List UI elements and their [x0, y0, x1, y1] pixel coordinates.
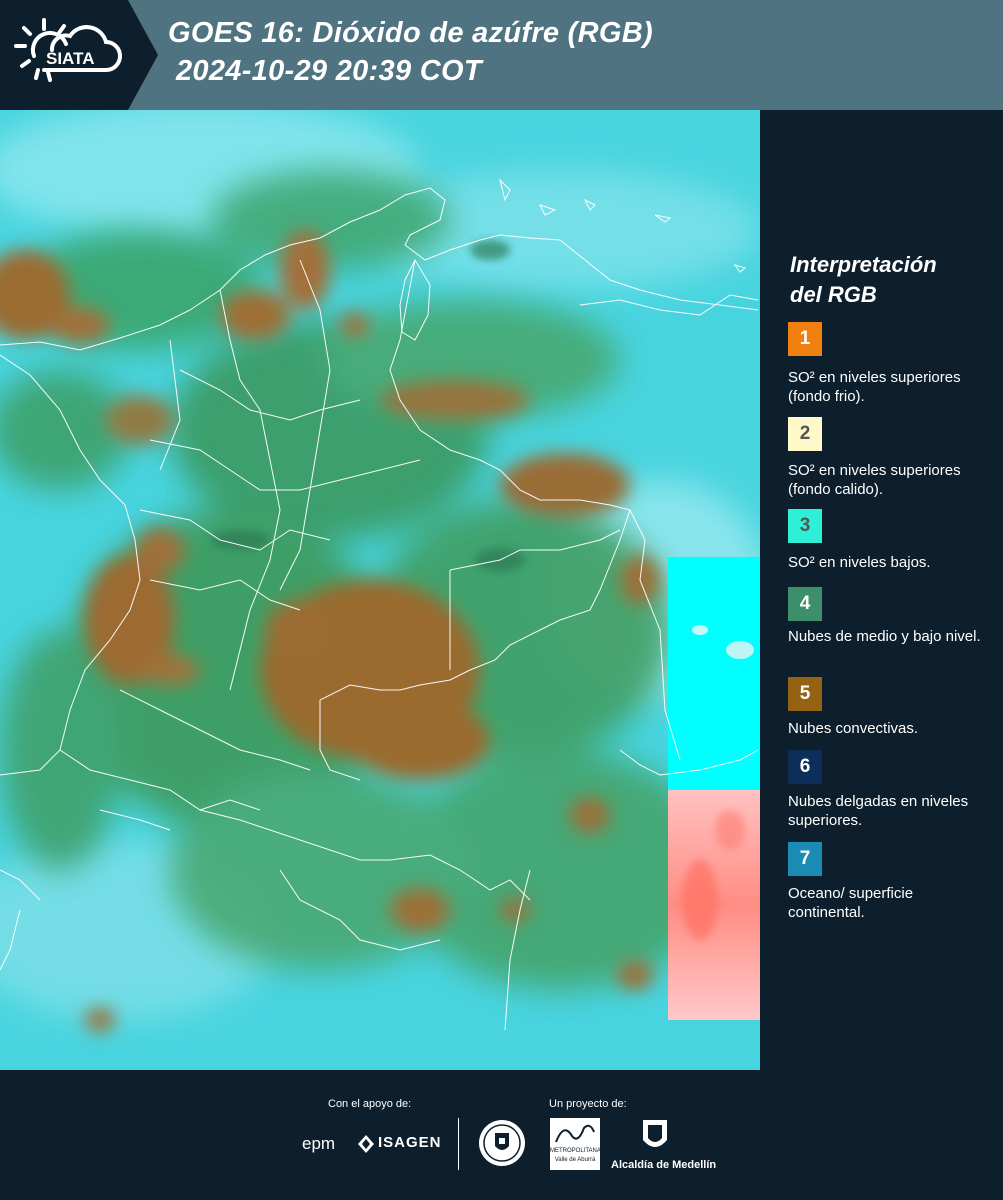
satellite-map[interactable]: [0, 110, 760, 1070]
project-label: Un proyecto de:: [549, 1098, 627, 1110]
legend-swatch-4: 4: [788, 587, 822, 621]
area-text-1: METROPOLITANA: [550, 1148, 601, 1154]
epm-logo[interactable]: epm: [302, 1134, 335, 1154]
logo-text: SIATA: [46, 49, 94, 68]
legend-title-line2: del RGB: [790, 282, 877, 307]
legend-label-7: Oceano/ superficie continental.: [788, 885, 914, 921]
legend-panel: Interpretación del RGB 1 SO² en niveles …: [760, 110, 1003, 1070]
siata-sun-cloud-icon: SIATA: [14, 18, 122, 82]
legend-swatch-2: 2: [788, 417, 822, 451]
legend-label-5: Nubes convectivas.: [788, 720, 919, 737]
legend-label-3: SO² en niveles bajos.: [788, 554, 931, 571]
legend-swatch-7: 7: [788, 842, 822, 876]
page-title: GOES 16: Dióxido de azúfre (RGB): [168, 17, 653, 49]
page-datetime: 2024-10-29 20:39 COT: [176, 55, 482, 87]
header: SIATA GOES 16: Dióxido de azúfre (RGB) 2…: [0, 0, 1003, 110]
footer-divider: [458, 1118, 459, 1170]
siata-logo[interactable]: SIATA: [0, 0, 128, 110]
isagen-mark-icon: [358, 1135, 374, 1153]
area-metropolitana-logo[interactable]: METROPOLITANA Valle de Aburrá: [550, 1118, 601, 1170]
satellite-image: [0, 110, 760, 1070]
legend-label-4: Nubes de medio y bajo nivel.: [788, 628, 981, 645]
alcaldia-shield-icon[interactable]: [640, 1118, 670, 1156]
legend-swatch-3: 3: [788, 509, 822, 543]
legend-title-line1: Interpretación: [790, 252, 937, 277]
area-text-2: Valle de Aburrá: [554, 1157, 596, 1163]
legend-label-2: SO² en niveles superiores (fondo calido)…: [788, 462, 961, 498]
support-label: Con el apoyo de:: [328, 1098, 412, 1110]
footer: Con el apoyo de: Un proyecto de: epm ISA…: [0, 1070, 1003, 1200]
legend-label-6: Nubes delgadas en niveles superiores.: [788, 793, 969, 829]
alcaldia-text: Alcaldía de Medellín: [611, 1159, 717, 1171]
medellin-seal-icon[interactable]: [477, 1118, 527, 1168]
legend-label-1: SO² en niveles superiores (fondo frio).: [788, 369, 961, 405]
legend-title: Interpretación del RGB: [790, 250, 937, 310]
logo-chevron: [128, 0, 158, 110]
legend-swatch-1: 1: [788, 322, 822, 356]
area-script-icon: [555, 1124, 595, 1143]
legend-swatch-5: 5: [788, 677, 822, 711]
isagen-text: ISAGEN: [378, 1134, 442, 1151]
legend-swatch-6: 6: [788, 750, 822, 784]
cyan-data-strip: [668, 557, 760, 790]
